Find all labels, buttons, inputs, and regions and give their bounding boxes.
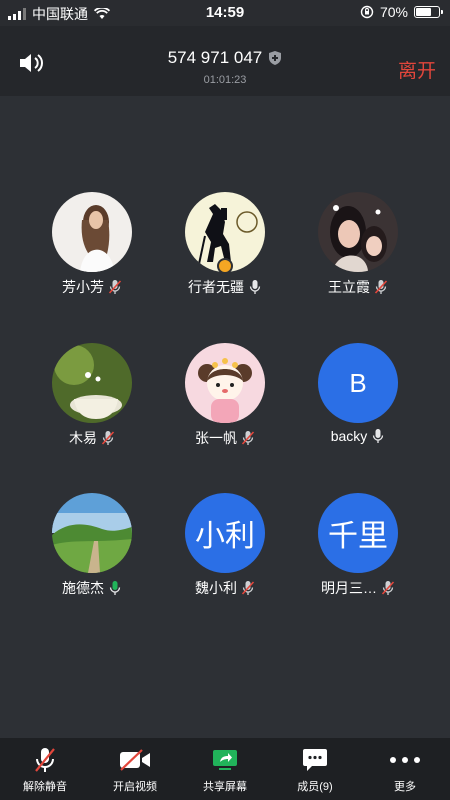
battery-icon xyxy=(414,6,443,18)
avatar: B xyxy=(318,343,398,423)
avatar xyxy=(52,493,132,573)
mic-icon xyxy=(373,429,384,443)
video-off-icon xyxy=(120,749,150,771)
share-screen-icon xyxy=(213,750,237,770)
mic-muted-icon xyxy=(108,280,122,294)
participant-tile[interactable]: 千里 明月三… xyxy=(288,493,428,613)
participant-name: 芳小芳 xyxy=(62,279,104,295)
participant-tile[interactable]: 行者无疆 xyxy=(155,192,295,312)
meeting-header: 574 971 047 01:01:23 离开 xyxy=(0,26,450,96)
mic-muted-icon xyxy=(101,431,115,445)
tool-label: 成员(9) xyxy=(297,781,333,793)
avatar xyxy=(318,192,398,272)
participant-name: 明月三… xyxy=(321,580,377,596)
avatar xyxy=(52,343,132,423)
mic-muted-icon xyxy=(374,280,388,294)
battery-percent: 70% xyxy=(379,4,408,20)
tool-label: 共享屏幕 xyxy=(203,781,247,793)
participant-tile[interactable]: 芳小芳 xyxy=(22,192,162,312)
avatar: 小利 xyxy=(185,493,265,573)
participant-name: 王立霞 xyxy=(328,279,370,295)
participant-name: 行者无疆 xyxy=(188,279,244,295)
mic-icon xyxy=(249,280,261,294)
shield-icon xyxy=(269,51,282,65)
participant-name: 木易 xyxy=(69,430,97,446)
participant-tile[interactable]: B backy xyxy=(288,343,428,463)
avatar xyxy=(185,343,265,423)
leave-button[interactable]: 离开 xyxy=(398,56,436,83)
meeting-id[interactable]: 574 971 047 xyxy=(0,48,450,68)
members-button[interactable]: 成员(9) xyxy=(270,738,360,800)
participant-tile[interactable]: 小利 魏小利 xyxy=(155,493,295,613)
participant-tile[interactable]: 木易 xyxy=(22,343,162,463)
meeting-duration: 01:01:23 xyxy=(203,74,247,86)
participant-tile[interactable]: 王立霞 xyxy=(288,192,428,312)
mic-off-icon xyxy=(35,748,55,772)
participant-name: 魏小利 xyxy=(195,580,237,596)
participant-name: 张一帆 xyxy=(195,430,237,446)
meeting-toolbar: 解除静音 开启视频 共享屏幕 成员(9) 更多 xyxy=(0,738,450,800)
tool-label: 解除静音 xyxy=(23,781,67,793)
start-video-button[interactable]: 开启视频 xyxy=(90,738,180,800)
rotation-lock-icon xyxy=(360,5,374,19)
status-bar: 中国联通 14:59 70% xyxy=(0,0,450,26)
more-button[interactable]: 更多 xyxy=(360,738,450,800)
participant-name: 施德杰 xyxy=(62,580,104,596)
participant-tile[interactable]: 张一帆 xyxy=(155,343,295,463)
tool-label: 更多 xyxy=(394,781,416,793)
avatar xyxy=(52,192,132,272)
tool-label: 开启视频 xyxy=(113,781,157,793)
mic-muted-icon xyxy=(381,581,395,595)
members-icon xyxy=(303,749,327,771)
participant-tile[interactable]: 施德杰 xyxy=(22,493,162,613)
mic-muted-icon xyxy=(241,581,255,595)
share-screen-button[interactable]: 共享屏幕 xyxy=(180,738,270,800)
unmute-button[interactable]: 解除静音 xyxy=(0,738,90,800)
participant-name: backy xyxy=(330,428,368,444)
mic-muted-icon xyxy=(241,431,255,445)
participant-grid: 芳小芳 行者无疆 王立霞 木易 张一帆 B backy 施德杰 小利 魏小利 千… xyxy=(0,96,450,738)
mic-icon xyxy=(109,581,121,595)
host-badge-icon xyxy=(217,258,233,274)
more-icon xyxy=(390,757,420,763)
meeting-id-text: 574 971 047 xyxy=(167,48,263,67)
avatar: 千里 xyxy=(318,493,398,573)
